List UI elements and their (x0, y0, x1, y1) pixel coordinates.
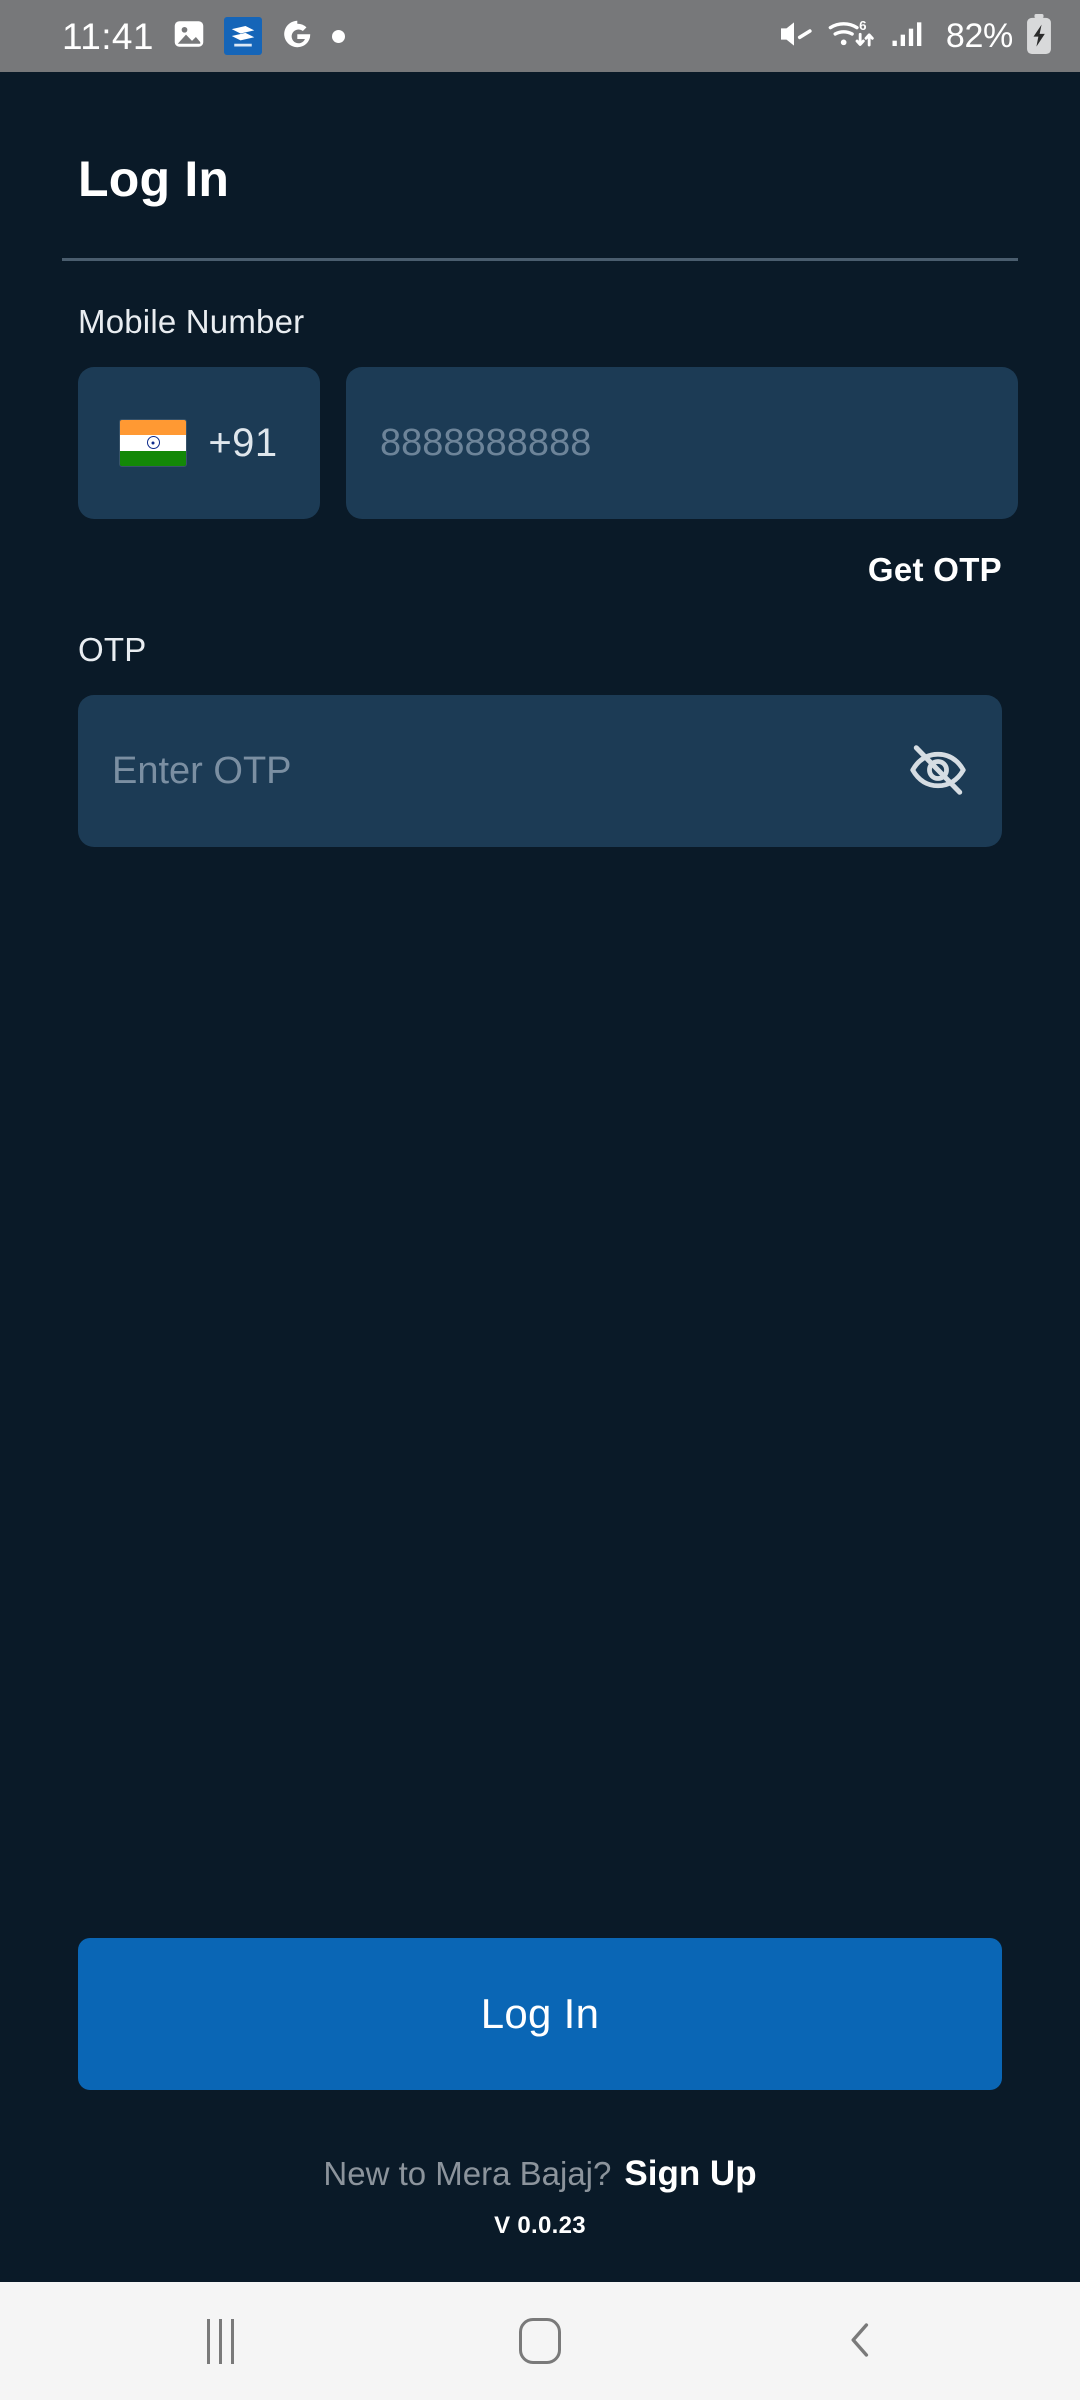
eye-off-icon (907, 739, 969, 804)
nav-back-button[interactable] (775, 2282, 945, 2400)
otp-label: OTP (78, 631, 147, 668)
title-divider (62, 258, 1018, 261)
signup-link[interactable]: Sign Up (624, 2154, 756, 2194)
google-icon (279, 16, 315, 57)
svg-text:6: 6 (859, 18, 866, 33)
status-bar-left: 11:41 (62, 16, 345, 57)
status-bar: 11:41 6 82% (0, 0, 1080, 72)
signal-icon (889, 14, 931, 59)
recents-icon (206, 2318, 234, 2364)
login-button[interactable]: Log In (78, 1938, 1002, 2090)
get-otp-row: Get OTP (62, 551, 1002, 589)
india-flag-icon (120, 420, 187, 466)
wifi-6-icon: 6 (826, 14, 878, 59)
mute-icon (775, 14, 815, 59)
phone-screen: 11:41 6 82% Log In Mobile Number +91 888… (0, 0, 1080, 2400)
mobile-number-input[interactable] (346, 367, 1018, 519)
country-code-selector[interactable]: +91 (78, 367, 320, 519)
login-content: Log In Mobile Number +91 Get OTP OTP (0, 72, 1080, 2282)
nav-recents-button[interactable] (135, 2282, 305, 2400)
otp-visibility-toggle[interactable] (902, 735, 974, 807)
status-bar-clock: 11:41 (62, 15, 154, 57)
mobile-number-label: Mobile Number (78, 303, 305, 340)
signup-prompt: New to Mera Bajaj? (323, 2155, 612, 2192)
battery-percent-label: 82% (945, 17, 1013, 55)
home-icon (519, 2318, 561, 2364)
android-nav-bar (0, 2282, 1080, 2400)
signup-row: New to Mera Bajaj? Sign Up (62, 2154, 1018, 2194)
app-version-label: V 0.0.23 (494, 2212, 586, 2239)
otp-field-wrapper (78, 695, 1002, 847)
battery-charging-icon (1024, 13, 1054, 60)
nav-home-button[interactable] (455, 2282, 625, 2400)
country-code-value: +91 (208, 420, 278, 465)
dot-icon (331, 29, 345, 43)
bajaj-app-icon (223, 17, 262, 55)
page-title: Log In (78, 151, 230, 207)
back-icon (836, 2316, 884, 2367)
mobile-number-row: +91 (78, 367, 1018, 519)
get-otp-button[interactable]: Get OTP (868, 551, 1002, 589)
otp-input[interactable] (78, 695, 1002, 847)
gallery-icon (171, 16, 207, 57)
status-bar-right: 6 82% (775, 13, 1054, 60)
